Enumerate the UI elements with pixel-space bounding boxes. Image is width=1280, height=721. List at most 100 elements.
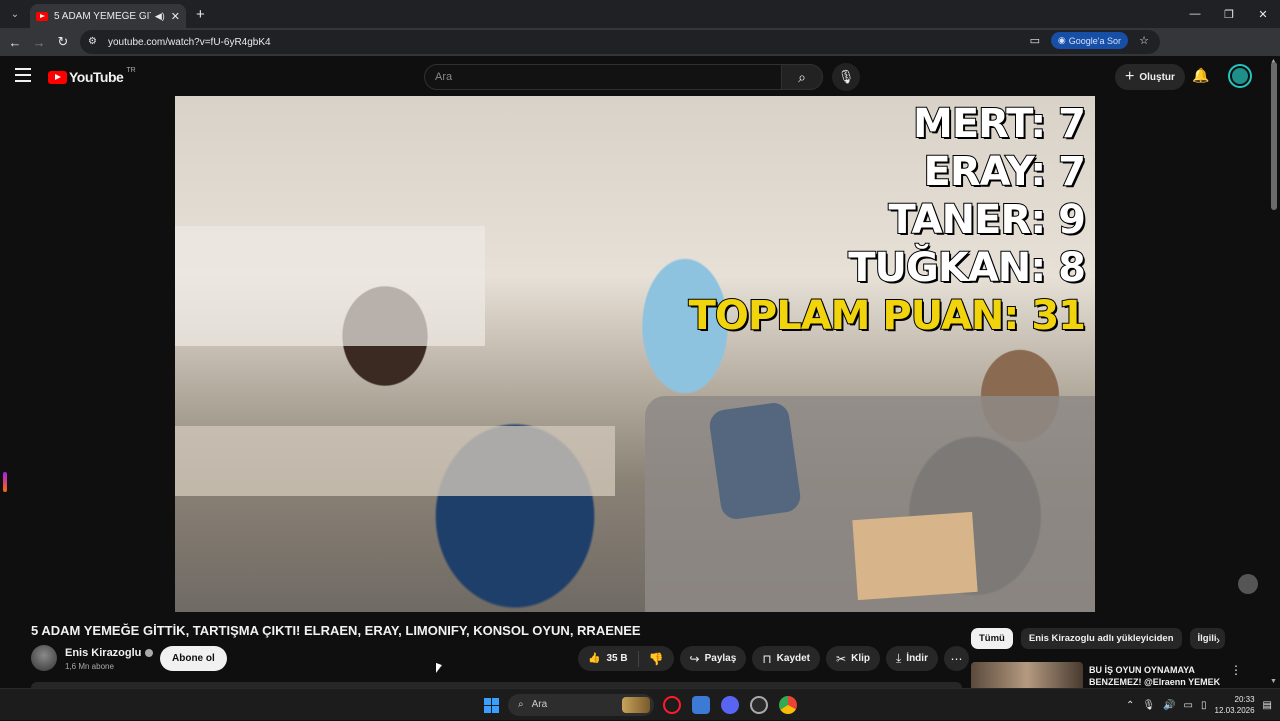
- network-icon[interactable]: ▭: [1184, 700, 1193, 711]
- recommended-more-icon[interactable]: ⋮: [1230, 663, 1242, 677]
- menu-icon[interactable]: [15, 68, 31, 82]
- chip-from-uploader[interactable]: Enis Kirazoglu adlı yükleyiciden: [1020, 628, 1182, 649]
- scene-cushion: [707, 400, 803, 522]
- video-title: 5 ADAM YEMEĞE GİTTİK, TARTIŞMA ÇIKTI! EL…: [31, 623, 641, 638]
- thumbs-up-icon: 👍: [588, 653, 601, 664]
- omnibox-actions: ▭ ◉ Google'a Sor ☆: [1027, 32, 1152, 49]
- download-icon: ⤓: [895, 651, 902, 665]
- chevron-right-icon[interactable]: ›: [1216, 633, 1220, 647]
- youtube-favicon-icon: [36, 11, 48, 21]
- cast-icon[interactable]: ▭: [1027, 34, 1043, 47]
- search-input[interactable]: Ara: [424, 64, 782, 90]
- time-text: 20:33: [1234, 695, 1255, 704]
- bookmark-icon: ⊓: [762, 651, 772, 666]
- dislike-button[interactable]: 👎: [639, 652, 674, 666]
- floating-avatar[interactable]: [1238, 574, 1258, 594]
- score-line: TUĞKAN: 8: [847, 244, 1087, 292]
- tray-overflow-icon[interactable]: ⌃: [1126, 700, 1134, 711]
- search-highlight-image: [622, 697, 650, 713]
- tab-search-menu-icon[interactable]: ⌄: [4, 4, 26, 24]
- search-icon: ⌕: [518, 699, 524, 710]
- system-tray: ⌃ 🎙 🔊 ▭ ▯ 20:33 12.03.2026 ▤: [1126, 689, 1280, 721]
- chip-all[interactable]: Tümü: [971, 628, 1013, 649]
- create-button[interactable]: + Oluştur: [1115, 64, 1185, 90]
- region-code: TR: [126, 66, 136, 74]
- lens-icon: ◉: [1057, 35, 1066, 45]
- plus-icon: +: [1125, 68, 1135, 85]
- thumbs-down-icon: 👎: [648, 651, 664, 666]
- speaker-icon[interactable]: ◀): [155, 11, 165, 22]
- google-ask-button[interactable]: ◉ Google'a Sor: [1050, 32, 1128, 49]
- site-info-icon[interactable]: ⚙: [88, 36, 100, 48]
- tab-youtube-video[interactable]: 5 ADAM YEMEĞE GİTTİK, TA ◀) ✕: [30, 4, 186, 28]
- page-scrollbar[interactable]: [1271, 62, 1277, 210]
- back-icon[interactable]: ←: [3, 35, 27, 50]
- verified-icon: [145, 649, 154, 658]
- microphone-icon[interactable]: 🎙: [832, 63, 860, 91]
- close-window-icon[interactable]: ✕: [1246, 8, 1280, 21]
- like-dislike-group: 👍 35 B 👎: [578, 646, 674, 671]
- clip-button[interactable]: ✂ Klip: [826, 646, 880, 671]
- scene-counter: [175, 426, 615, 496]
- account-avatar[interactable]: [1230, 66, 1250, 86]
- like-count: 35 B: [606, 653, 628, 664]
- side-indicator: [3, 472, 7, 492]
- opera-icon[interactable]: [663, 696, 681, 714]
- scroll-down-icon[interactable]: ▼: [1270, 678, 1277, 685]
- save-label: Kaydet: [776, 653, 811, 664]
- download-label: İndir: [906, 653, 928, 664]
- steam-icon[interactable]: [750, 696, 768, 714]
- subscriber-count: 1,6 Mn abone: [65, 662, 114, 671]
- notifications-bell-icon[interactable]: 🔔: [1192, 67, 1209, 84]
- notification-icon[interactable]: ▤: [1263, 700, 1272, 711]
- reload-icon[interactable]: ↻: [51, 34, 75, 50]
- youtube-logo[interactable]: YouTube TR: [48, 66, 136, 85]
- create-label: Oluştur: [1139, 71, 1175, 83]
- battery-icon[interactable]: ▯: [1201, 700, 1207, 711]
- youtube-logo-text: YouTube: [69, 69, 124, 85]
- clock[interactable]: 20:33 12.03.2026: [1215, 694, 1255, 716]
- total-score-line: TOPLAM PUAN: 31: [688, 292, 1087, 340]
- recommended-title-line: BU İŞ OYUN OYNAMAYA: [1089, 665, 1195, 675]
- channel-name-row[interactable]: Enis Kirazoglu: [65, 647, 154, 659]
- video-player[interactable]: MERT: 7 ERAY: 7 TANER: 9 TUĞKAN: 8 TOPLA…: [175, 96, 1095, 612]
- recommended-thumbnail[interactable]: [971, 662, 1083, 688]
- window-controls: — ❐ ✕: [1178, 0, 1280, 28]
- scene-box: [852, 511, 978, 601]
- share-icon: ↪: [689, 651, 700, 666]
- clip-label: Klip: [851, 653, 870, 664]
- discord-icon[interactable]: [721, 696, 739, 714]
- channel-name: Enis Kirazoglu: [65, 647, 142, 659]
- save-button[interactable]: ⊓ Kaydet: [752, 646, 821, 671]
- windows-taskbar: ⌕ Ara ⌃ 🎙 🔊 ▭ ▯ 20:33 12.03.2026 ▤: [0, 688, 1280, 720]
- microphone-tray-icon[interactable]: 🎙: [1142, 700, 1155, 711]
- browser-tabbar: ⌄ 5 ADAM YEMEĞE GİTTİK, TA ◀) ✕ + — ❐ ✕: [0, 0, 1280, 28]
- like-button[interactable]: 👍 35 B: [578, 650, 639, 667]
- google-ask-label: Google'a Sor: [1068, 35, 1121, 46]
- volume-icon[interactable]: 🔊: [1163, 700, 1175, 711]
- score-line: MERT: 7: [912, 100, 1087, 148]
- subscribe-button[interactable]: Abone ol: [160, 646, 227, 671]
- share-button[interactable]: ↪ Paylaş: [679, 646, 747, 671]
- forward-icon[interactable]: →: [27, 35, 51, 50]
- tab-close-icon[interactable]: ✕: [171, 10, 180, 23]
- video-actions: 👍 35 B 👎 ↪ Paylaş ⊓ Kaydet ✂ Klip ⤓ İndir ⋯: [578, 646, 969, 671]
- search-icon[interactable]: ⌕: [781, 64, 823, 90]
- taskbar-search[interactable]: ⌕ Ara: [508, 694, 654, 716]
- minimize-icon[interactable]: —: [1178, 8, 1212, 20]
- score-line: TANER: 9: [887, 196, 1087, 244]
- scissors-icon: ✂: [836, 651, 847, 666]
- chrome-icon[interactable]: [779, 696, 797, 714]
- mouse-cursor: [436, 662, 442, 676]
- score-line: ERAY: 7: [922, 148, 1087, 196]
- browser-toolbar: ← → ↻ ⚙ youtube.com/watch?v=fU-6yR4gbK4 …: [0, 28, 1280, 77]
- new-tab-icon[interactable]: +: [196, 6, 205, 23]
- app-icon[interactable]: [692, 696, 710, 714]
- address-bar[interactable]: ⚙ youtube.com/watch?v=fU-6yR4gbK4 ▭ ◉ Goo…: [80, 30, 1160, 54]
- more-actions-icon[interactable]: ⋯: [943, 646, 969, 671]
- windows-start-icon[interactable]: [484, 698, 499, 713]
- channel-avatar[interactable]: [31, 645, 57, 671]
- download-button[interactable]: ⤓ İndir: [885, 646, 938, 671]
- bookmark-star-icon[interactable]: ☆: [1136, 34, 1152, 47]
- restore-icon[interactable]: ❐: [1212, 8, 1246, 21]
